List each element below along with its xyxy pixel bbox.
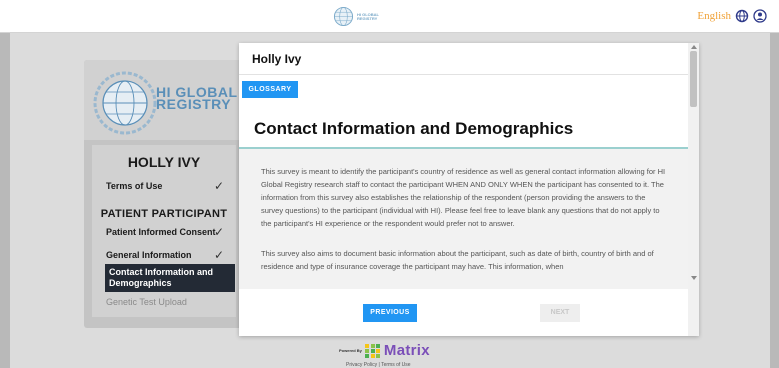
registry-logo: HI GLOBAL REGISTRY (84, 60, 242, 140)
description-paragraph: This survey also aims to document basic … (261, 249, 654, 271)
modal-footer: PREVIOUS NEXT (239, 289, 688, 336)
section-patient-participant: PATIENT PARTICIPANT (100, 208, 228, 220)
language-selector[interactable]: English (697, 10, 731, 22)
step-contact-information[interactable]: Contact Information and Demographics (105, 264, 235, 292)
globe-logo-icon (333, 6, 354, 27)
powered-by-matrix: Powered By Matrix (339, 342, 430, 359)
scroll-down-icon[interactable] (691, 276, 697, 280)
description-paragraph: This survey is meant to identify the par… (261, 167, 666, 228)
step-terms-of-use[interactable]: Terms of Use ✓ (106, 179, 232, 193)
user-icon[interactable] (753, 9, 767, 23)
step-patient-informed-consent[interactable]: Patient Informed Consent ✓ (106, 225, 232, 239)
header-logo-text: HI GLOBAL REGISTRY (357, 11, 379, 21)
registry-logo-text: HI GLOBAL REGISTRY (156, 84, 238, 112)
powered-by-label: Powered By (339, 348, 362, 353)
registry-globe-icon (93, 71, 157, 135)
top-right-controls: English (697, 9, 767, 23)
check-icon: ✓ (213, 248, 224, 262)
modal-title: Holly Ivy (252, 52, 302, 66)
step-general-information[interactable]: General Information ✓ (106, 248, 232, 262)
section-title: Contact Information and Demographics (254, 119, 574, 138)
scroll-up-icon[interactable] (691, 45, 697, 49)
step-genetic-test-upload: Genetic Test Upload (106, 297, 187, 307)
check-icon: ✓ (213, 225, 224, 239)
footer-links[interactable]: Privacy Policy | Terms of Use (346, 362, 411, 368)
header-logo[interactable]: HI GLOBAL REGISTRY (333, 6, 393, 27)
top-bar: HI GLOBAL REGISTRY English (0, 0, 779, 33)
modal-scrollbar[interactable] (688, 43, 699, 336)
survey-modal: Holly Ivy GLOSSARY Contact Information a… (239, 43, 699, 336)
modal-divider (239, 74, 699, 75)
next-button[interactable]: NEXT (540, 304, 580, 322)
globe-icon[interactable] (735, 9, 749, 23)
survey-description: This survey is meant to identify the par… (239, 149, 688, 289)
matrix-brand: Matrix (383, 342, 430, 359)
participant-name: HOLLY IVY (127, 154, 201, 170)
progress-steps-panel: HOLLY IVY Terms of Use ✓ PATIENT PARTICI… (92, 145, 236, 317)
scroll-thumb[interactable] (690, 51, 697, 107)
check-icon: ✓ (213, 179, 224, 193)
previous-button[interactable]: PREVIOUS (363, 304, 417, 322)
glossary-button[interactable]: GLOSSARY (242, 81, 298, 98)
matrix-logo-icon (364, 343, 381, 358)
